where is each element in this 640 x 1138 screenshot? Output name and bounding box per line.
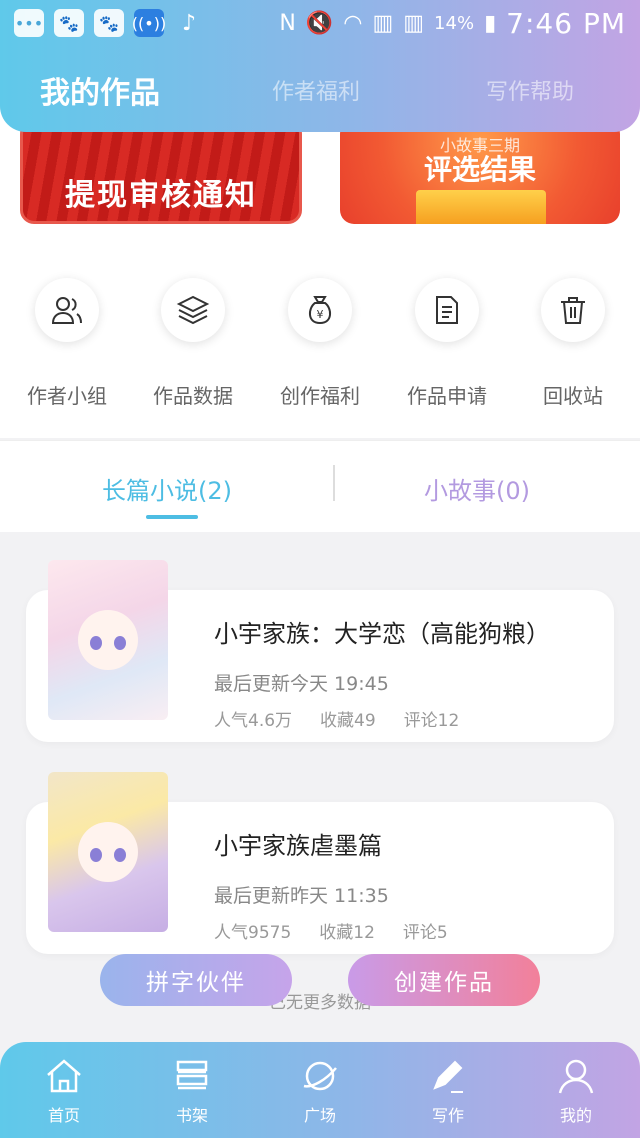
work-title[interactable]: 小宇家族虐墨篇 [214, 826, 382, 861]
group-icon [35, 278, 99, 342]
profile-icon [558, 1059, 594, 1094]
quick-label: 作品数据 [153, 384, 233, 408]
bottom-nav: 首页 书架 广场 写作 我的 [0, 1042, 640, 1138]
quick-creation-benefits[interactable]: ¥ 创作福利 [255, 278, 385, 409]
status-bar: ••• 🐾 🐾 ((•)) ♪ N 🔇 ◠ ▥ ▥ 14% ▮ 7:46 PM [0, 0, 640, 46]
trash-icon [541, 278, 605, 342]
quick-recycle-bin[interactable]: 回收站 [508, 278, 638, 409]
nav-label: 广场 [303, 1106, 336, 1125]
home-icon [47, 1059, 81, 1093]
nav-bookshelf[interactable]: 书架 [142, 1056, 242, 1126]
nav-label: 写作 [431, 1106, 464, 1125]
work-type-tabs: 长篇小说(2) 小故事(0) [0, 440, 640, 532]
quick-author-group[interactable]: 作者小组 [2, 278, 132, 409]
selection-result-banner[interactable]: 小故事三期 评选结果 [340, 120, 620, 224]
popularity: 人气9575 [214, 923, 292, 943]
signal-icon: ▥ [403, 10, 425, 36]
banner-subtitle: 小故事三期 [439, 136, 520, 155]
favorites: 收藏12 [319, 923, 375, 943]
withdraw-notice-banner[interactable]: 提现审核通知 [20, 120, 302, 224]
quick-label: 创作福利 [280, 384, 360, 408]
bookshelf-icon [176, 1060, 208, 1090]
battery-icon: ▮ [484, 10, 497, 36]
tab-my-works[interactable]: 我的作品 [40, 68, 160, 112]
music-app-icon: ♪ [181, 10, 197, 36]
banner-title: 提现审核通知 [65, 178, 257, 213]
signal-icon: ▥ [372, 10, 394, 36]
svg-text:¥: ¥ [317, 308, 324, 321]
nfc-icon: N [279, 10, 296, 36]
work-title[interactable]: 小宇家族：大学恋（高能狗粮） [214, 614, 550, 649]
popularity: 人气4.6万 [214, 711, 293, 731]
document-icon [415, 278, 479, 342]
work-cover-image[interactable] [48, 560, 168, 720]
wifi-icon: ◠ [343, 10, 363, 36]
podium-graphic [416, 190, 546, 224]
nav-profile[interactable]: 我的 [526, 1056, 626, 1126]
quick-label: 回收站 [543, 384, 603, 408]
tab-divider [333, 465, 335, 501]
layers-icon [161, 278, 225, 342]
favorites: 收藏49 [320, 711, 376, 731]
header-tabs: 我的作品 作者福利 写作帮助 [0, 62, 640, 118]
nav-label: 首页 [47, 1106, 80, 1125]
nav-write[interactable]: 写作 [398, 1056, 498, 1126]
tab-short-stories[interactable]: 小故事(0) [424, 471, 530, 506]
no-more-data: 已无更多数据 [269, 993, 371, 1013]
battery-percent: 14% [434, 12, 475, 34]
work-stats: 人气9575 收藏12 评论5 [214, 918, 448, 943]
nav-square[interactable]: 广场 [270, 1056, 370, 1126]
paw-icon: 🐾 [54, 9, 84, 37]
partner-button[interactable]: 拼字伙伴 [100, 954, 292, 1006]
work-updated: 最后更新今天 19:45 [214, 673, 389, 695]
clock: 7:46 PM [506, 6, 626, 40]
quick-label: 作品申请 [407, 384, 487, 408]
quick-actions: 作者小组 作品数据 ¥ 创作福利 作品申请 回收站 [0, 278, 640, 418]
comments: 评论12 [403, 711, 460, 731]
quick-work-application[interactable]: 作品申请 [382, 278, 512, 409]
pen-icon [433, 1060, 463, 1093]
work-updated: 最后更新昨天 11:35 [214, 885, 389, 907]
tab-author-benefits[interactable]: 作者福利 [272, 74, 360, 106]
tab-writing-help[interactable]: 写作帮助 [486, 74, 574, 106]
create-work-button[interactable]: 创建作品 [348, 954, 540, 1006]
quick-label: 作者小组 [27, 384, 107, 408]
work-cover-image[interactable] [48, 772, 168, 932]
mute-icon: 🔇 [305, 10, 334, 36]
tab-long-novels[interactable]: 长篇小说(2) [102, 471, 232, 506]
work-stats: 人气4.6万 收藏49 评论12 [214, 706, 459, 731]
money-bag-icon: ¥ [288, 278, 352, 342]
planet-icon [303, 1061, 337, 1091]
message-icon: ••• [14, 9, 44, 37]
active-tab-indicator [146, 515, 198, 519]
wifi-app-icon: ((•)) [132, 9, 166, 37]
quick-work-data[interactable]: 作品数据 [128, 278, 258, 409]
nav-label: 书架 [175, 1106, 208, 1125]
comments: 评论5 [402, 923, 448, 943]
nav-home[interactable]: 首页 [14, 1056, 114, 1126]
top-header: ••• 🐾 🐾 ((•)) ♪ N 🔇 ◠ ▥ ▥ 14% ▮ 7:46 PM … [0, 0, 640, 132]
nav-label: 我的 [559, 1106, 592, 1125]
paw-icon: 🐾 [94, 9, 124, 37]
